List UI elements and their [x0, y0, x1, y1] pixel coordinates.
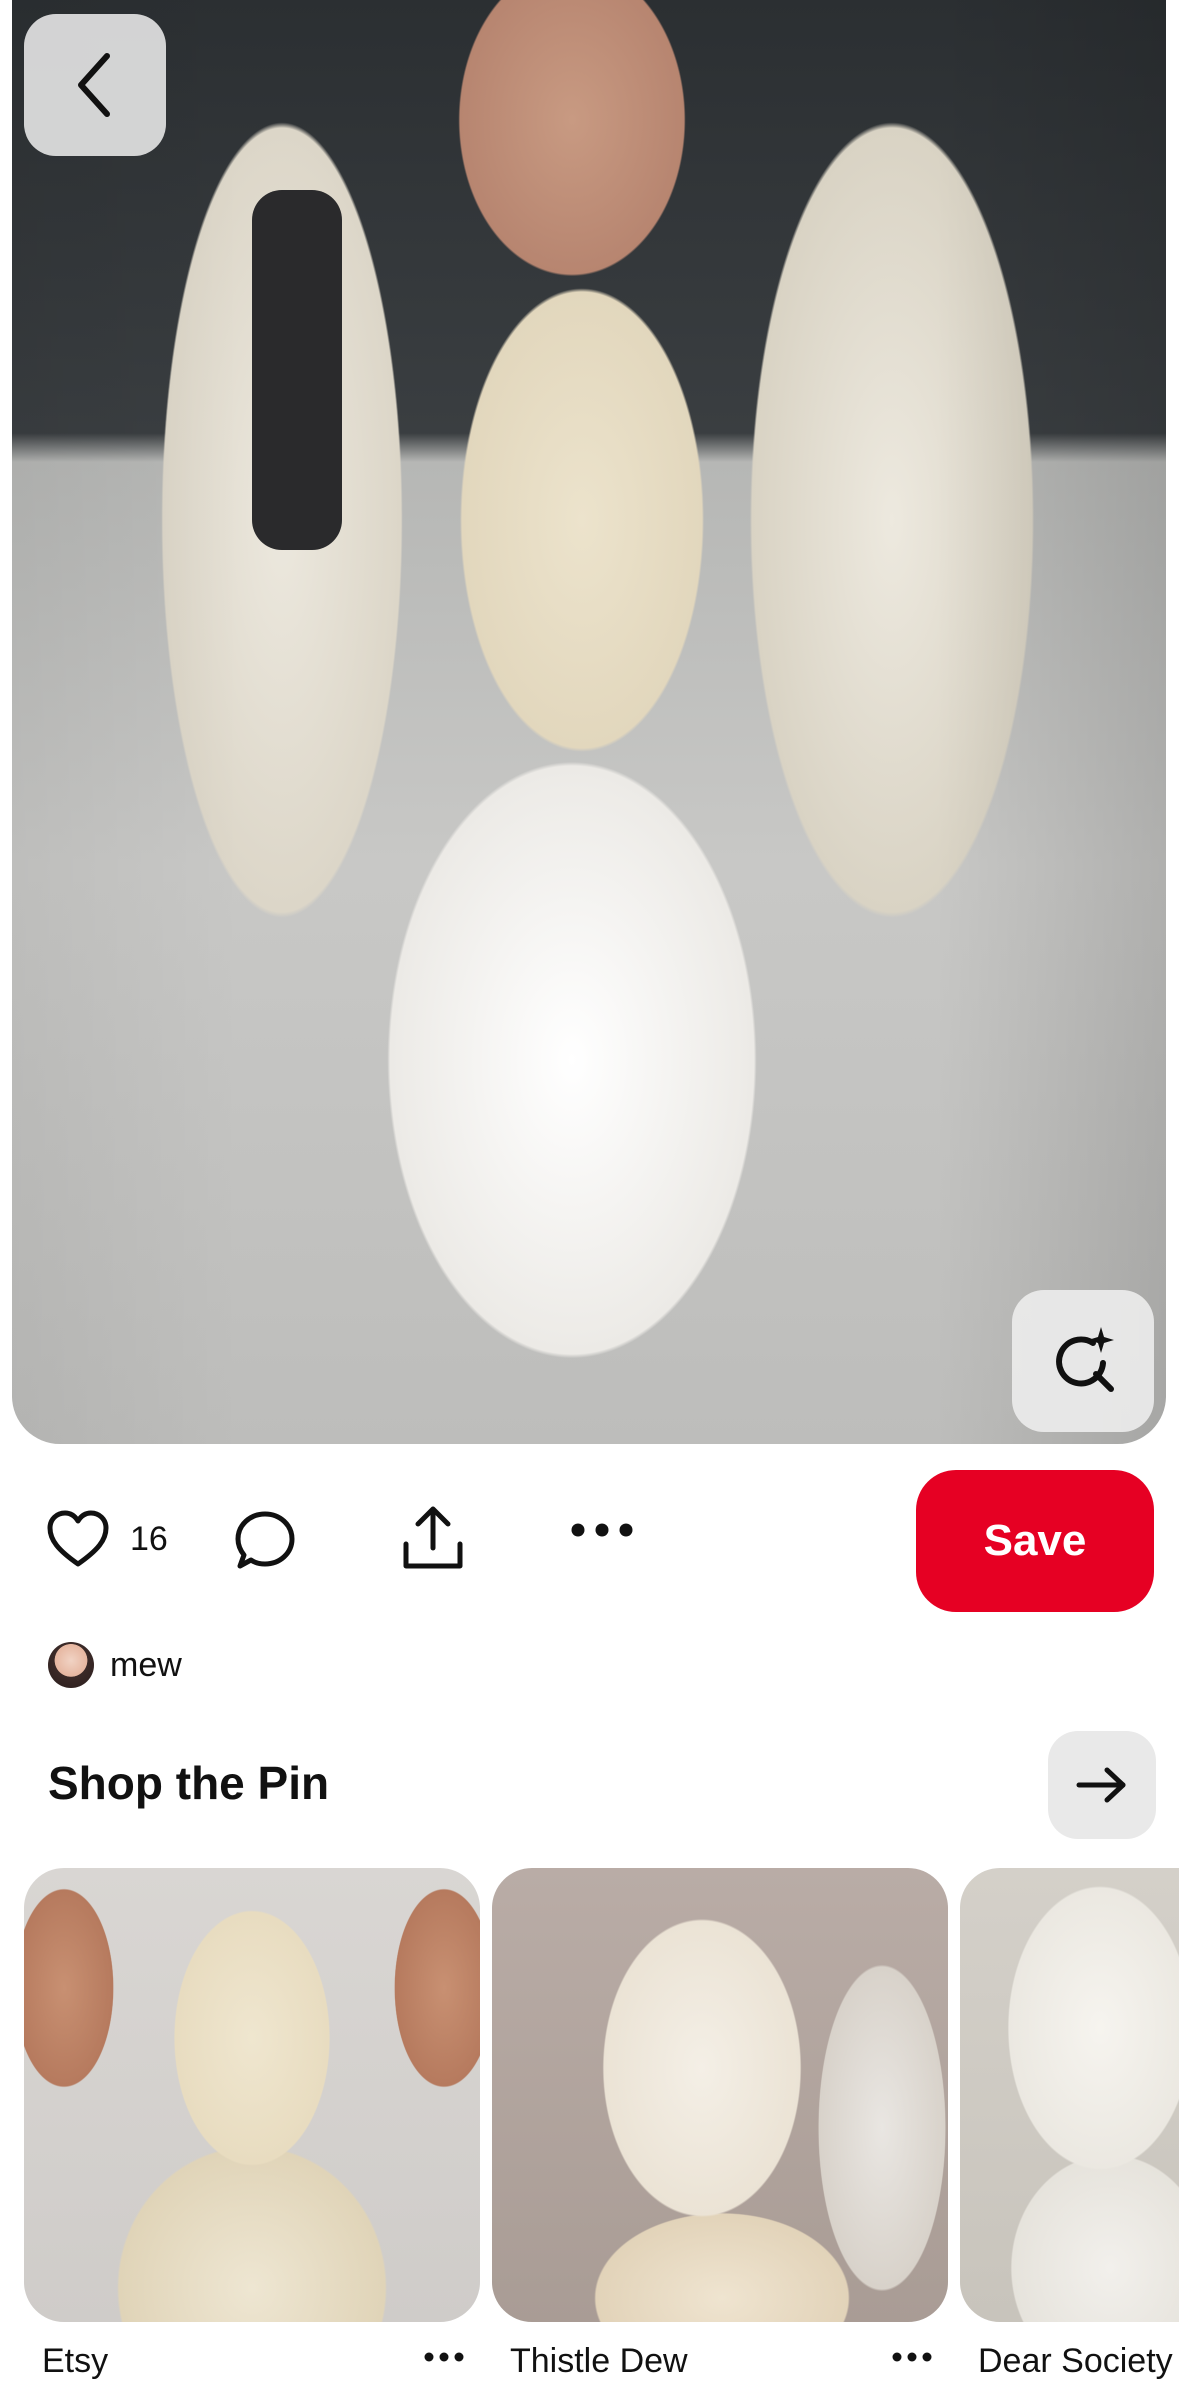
- shop-section-title: Shop the Pin: [48, 1757, 330, 1809]
- ellipsis-icon: [892, 2352, 932, 2362]
- ellipsis-icon: [424, 2352, 464, 2362]
- author-name[interactable]: mew: [110, 1646, 182, 1685]
- heart-icon: [47, 1510, 109, 1567]
- shop-item-source[interactable]: Etsy: [42, 2342, 108, 2381]
- author-avatar[interactable]: [48, 1642, 94, 1688]
- share-button[interactable]: [400, 1504, 466, 1572]
- shop-item-image[interactable]: [960, 1868, 1179, 2322]
- pin-image-bag-shape: [252, 190, 342, 550]
- shop-item-more-button[interactable]: [892, 2350, 932, 2368]
- comment-button[interactable]: [234, 1510, 296, 1570]
- ellipsis-icon: [571, 1523, 633, 1537]
- pin-actions-bar: 16 Save: [0, 1470, 1179, 1614]
- pin-author[interactable]: mew: [48, 1642, 182, 1688]
- visual-search-button[interactable]: [1012, 1290, 1154, 1432]
- shop-see-all-button[interactable]: [1048, 1731, 1156, 1839]
- shop-item-source[interactable]: Dear Society: [978, 2342, 1173, 2381]
- chevron-left-icon: [78, 53, 110, 117]
- more-options-button[interactable]: [570, 1522, 634, 1538]
- arrow-right-icon: [1076, 1767, 1126, 1803]
- pin-image[interactable]: [12, 0, 1166, 1444]
- pin-image-shade: [12, 0, 1166, 1444]
- share-upload-icon: [403, 1506, 463, 1569]
- back-button[interactable]: [24, 14, 166, 156]
- visual-search-sparkle-icon: [1056, 1327, 1114, 1392]
- shop-item-image[interactable]: [24, 1868, 480, 2322]
- shop-item-source[interactable]: Thistle Dew: [510, 2342, 688, 2381]
- shop-item-more-button[interactable]: [424, 2350, 464, 2368]
- comment-bubble-icon: [235, 1511, 295, 1569]
- shop-item-image[interactable]: [492, 1868, 948, 2322]
- save-button[interactable]: Save: [916, 1470, 1154, 1612]
- like-count: 16: [130, 1519, 168, 1558]
- like-button[interactable]: 16: [46, 1510, 168, 1568]
